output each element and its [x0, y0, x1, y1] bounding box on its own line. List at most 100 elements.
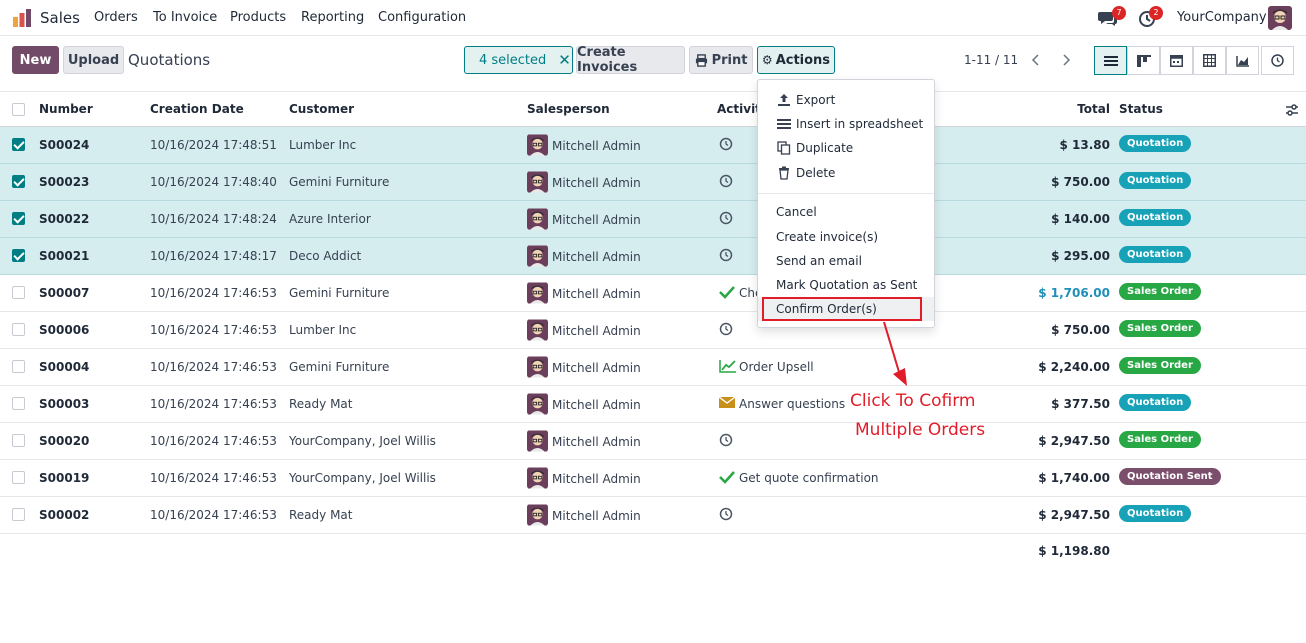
company-switcher[interactable]: YourCompany	[1177, 10, 1267, 25]
creation-date: 10/16/2024 17:46:53	[150, 508, 277, 522]
envelope-icon[interactable]	[718, 396, 736, 412]
clear-selection-icon[interactable]: ✕	[558, 51, 571, 69]
row-checkbox[interactable]	[12, 286, 25, 299]
menu-item-insert-spreadsheet[interactable]: Insert in spreadsheet	[758, 112, 934, 136]
row-checkbox[interactable]	[12, 175, 25, 188]
order-number: S00004	[39, 360, 90, 374]
creation-date: 10/16/2024 17:46:53	[150, 323, 277, 337]
order-number: S00007	[39, 286, 90, 300]
menu-item-duplicate[interactable]: Duplicate	[758, 136, 934, 160]
row-checkbox[interactable]	[12, 360, 25, 373]
clock-icon	[1271, 54, 1284, 67]
upload-button[interactable]: Upload	[63, 46, 124, 74]
row-checkbox[interactable]	[12, 471, 25, 484]
actions-button[interactable]: ⚙ Actions	[757, 46, 835, 74]
nav-products[interactable]: Products	[230, 10, 286, 25]
selection-indicator: 4 selected ✕	[464, 46, 573, 74]
actions-label: Actions	[775, 52, 831, 68]
order-number: S00003	[39, 397, 90, 411]
menu-item-send-email[interactable]: Send an email	[758, 249, 934, 273]
menu-item-cancel[interactable]: Cancel	[758, 200, 934, 224]
menu-label: Cancel	[776, 205, 817, 219]
status-badge: Sales Order	[1119, 357, 1201, 374]
column-total[interactable]: Total	[1077, 102, 1110, 116]
select-all-checkbox[interactable]	[12, 103, 25, 116]
menu-item-delete[interactable]: Delete	[758, 161, 934, 185]
create-invoices-button[interactable]: Create Invoices	[576, 45, 685, 75]
check-icon[interactable]	[719, 470, 735, 486]
table-row[interactable]: S00003 10/16/2024 17:46:53 Ready Mat Mitche…	[0, 386, 1306, 423]
column-status[interactable]: Status	[1119, 102, 1163, 116]
row-checkbox[interactable]	[12, 249, 25, 262]
check-icon[interactable]	[719, 285, 735, 301]
clock-icon[interactable]	[719, 248, 735, 264]
sales-app-icon[interactable]	[12, 8, 32, 28]
table-row[interactable]: S00020 10/16/2024 17:46:53 YourCompany, Jo…	[0, 423, 1306, 460]
calendar-view-button[interactable]	[1160, 46, 1193, 75]
copy-icon	[777, 141, 791, 155]
status-badge: Quotation	[1119, 505, 1192, 522]
printer-icon	[695, 53, 707, 67]
column-number[interactable]: Number	[39, 102, 93, 116]
table-row[interactable]: S00023 10/16/2024 17:48:40 Gemini Furnitur…	[0, 164, 1306, 201]
table-row[interactable]: S00022 10/16/2024 17:48:24 Azure Interior M…	[0, 201, 1306, 238]
row-checkbox[interactable]	[12, 397, 25, 410]
salesperson-avatar	[527, 134, 548, 156]
customer-name: Lumber Inc	[289, 138, 357, 152]
list-view-button[interactable]	[1094, 46, 1127, 75]
column-salesperson[interactable]: Salesperson	[527, 102, 610, 116]
user-avatar[interactable]	[1268, 6, 1292, 30]
table-row[interactable]: S00006 10/16/2024 17:46:53 Lumber Inc Mitch…	[0, 312, 1306, 349]
row-checkbox[interactable]	[12, 508, 25, 521]
nav-reporting[interactable]: Reporting	[301, 10, 364, 25]
trend-up-icon[interactable]	[719, 359, 736, 375]
status-badge: Quotation	[1119, 209, 1192, 226]
salesperson-avatar	[527, 393, 548, 415]
column-customer[interactable]: Customer	[289, 102, 354, 116]
clock-icon[interactable]	[719, 174, 735, 190]
menu-item-confirm-orders[interactable]: Confirm Order(s)	[758, 297, 934, 321]
table-row[interactable]: S00007 10/16/2024 17:46:53 Gemini Furnitur…	[0, 275, 1306, 312]
kanban-view-button[interactable]	[1127, 46, 1160, 75]
clock-icon[interactable]	[719, 433, 735, 449]
table-row[interactable]: S00024 10/16/2024 17:48:51 Lumber Inc Mitch…	[0, 127, 1306, 164]
row-checkbox[interactable]	[12, 434, 25, 447]
table-row[interactable]: S00002 10/16/2024 17:46:53 Ready Mat Mitche…	[0, 497, 1306, 534]
menu-divider	[758, 193, 934, 194]
pivot-view-button[interactable]	[1193, 46, 1226, 75]
clock-icon[interactable]	[719, 507, 735, 523]
nav-orders[interactable]: Orders	[94, 10, 138, 25]
row-checkbox[interactable]	[12, 138, 25, 151]
table-row[interactable]: S00021 10/16/2024 17:48:17 Deco Addict Mitc…	[0, 238, 1306, 275]
activity-summary: Order Upsell	[739, 360, 814, 374]
menu-item-create-invoices[interactable]: Create invoice(s)	[758, 225, 934, 249]
customer-name: Gemini Furniture	[289, 360, 390, 374]
customer-name: Gemini Furniture	[289, 286, 390, 300]
order-number: S00002	[39, 508, 90, 522]
optional-columns-icon[interactable]	[1285, 102, 1299, 121]
nav-configuration[interactable]: Configuration	[378, 10, 466, 25]
clock-icon[interactable]	[719, 211, 735, 227]
clock-icon[interactable]	[719, 137, 735, 153]
activity-view-button[interactable]	[1261, 46, 1294, 75]
table-row[interactable]: S00004 10/16/2024 17:46:53 Gemini Furnitur…	[0, 349, 1306, 386]
salesperson-avatar	[527, 430, 548, 452]
column-creation-date[interactable]: Creation Date	[150, 102, 244, 116]
pager-previous-button[interactable]	[1022, 46, 1050, 74]
order-total: $ 2,947.50	[1038, 508, 1110, 522]
menu-item-export[interactable]: Export	[758, 88, 934, 112]
new-button[interactable]: New	[12, 46, 59, 74]
graph-view-button[interactable]	[1226, 46, 1259, 75]
pager-value[interactable]: 1-11 / 11	[964, 53, 1018, 67]
clock-icon[interactable]	[719, 322, 735, 338]
pager-next-button[interactable]	[1052, 46, 1080, 74]
table-row[interactable]: S00019 10/16/2024 17:46:53 YourCompany, Jo…	[0, 460, 1306, 497]
nav-to-invoice[interactable]: To Invoice	[153, 10, 217, 25]
app-name[interactable]: Sales	[40, 9, 80, 27]
print-button[interactable]: Print	[689, 46, 753, 74]
row-checkbox[interactable]	[12, 212, 25, 225]
row-checkbox[interactable]	[12, 323, 25, 336]
gear-icon: ⚙	[761, 53, 773, 67]
menu-item-mark-sent[interactable]: Mark Quotation as Sent	[758, 273, 934, 297]
annotation-text-line2: Multiple Orders	[855, 420, 986, 440]
